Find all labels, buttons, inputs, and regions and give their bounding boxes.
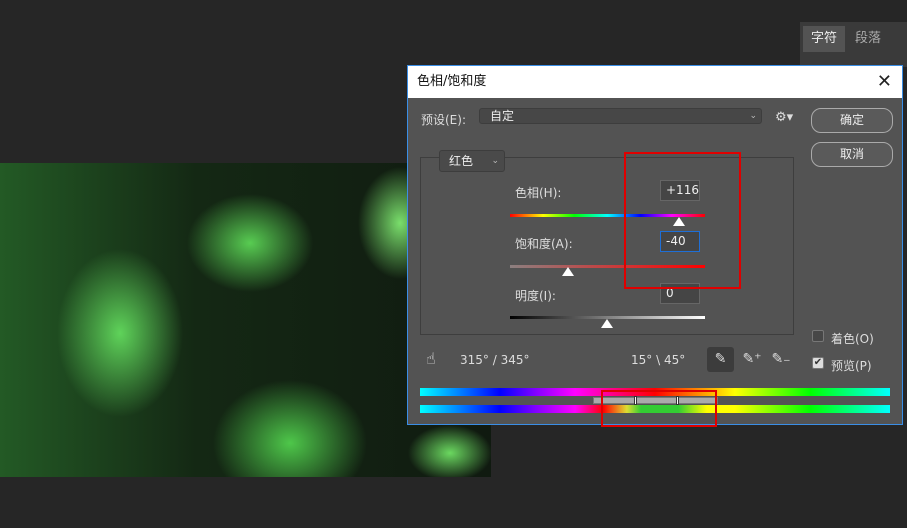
- annotation-box-range: [601, 390, 717, 427]
- chevron-down-icon: ⌄: [491, 156, 499, 166]
- preset-select[interactable]: 自定 ⌄: [479, 108, 762, 124]
- tab-character[interactable]: 字符: [803, 26, 846, 52]
- targeted-adjust-hand-icon[interactable]: ☝: [426, 349, 436, 368]
- dialog-title: 色相/饱和度: [417, 74, 487, 89]
- tab-paragraph[interactable]: 段落: [847, 26, 889, 52]
- saturation-label: 饱和度(A):: [515, 237, 573, 251]
- preview-checkbox[interactable]: ✔: [812, 357, 824, 369]
- lightness-slider-thumb[interactable]: [601, 319, 613, 328]
- eyedropper-icon[interactable]: ✎: [707, 347, 734, 372]
- preset-label: 预设(E):: [421, 113, 466, 127]
- eyedropper-add-icon[interactable]: ✎⁺: [742, 347, 762, 372]
- chevron-down-icon: ⌄: [749, 111, 757, 121]
- dialog-titlebar: 色相/饱和度 ✕: [408, 66, 902, 98]
- lightness-label: 明度(I):: [515, 289, 556, 303]
- range-left-degrees: 315° / 345°: [460, 353, 530, 367]
- preview-label: 预览(P): [831, 359, 872, 373]
- preset-value: 自定: [490, 109, 515, 123]
- colorize-label: 着色(O): [831, 332, 874, 346]
- close-icon[interactable]: ✕: [877, 66, 892, 98]
- eyedropper-subtract-icon[interactable]: ✎₋: [771, 347, 791, 372]
- ok-button[interactable]: 确定: [811, 108, 893, 133]
- channel-value: 红色: [449, 154, 474, 168]
- range-right-degrees: 15° \ 45°: [631, 353, 686, 367]
- annotation-box-values: [624, 152, 741, 289]
- channel-select[interactable]: 红色 ⌄: [439, 150, 505, 172]
- character-panel: 字符 段落: [800, 22, 907, 67]
- hue-label: 色相(H):: [515, 186, 562, 200]
- saturation-slider-thumb[interactable]: [562, 267, 574, 276]
- colorize-checkbox[interactable]: [812, 330, 824, 342]
- gear-icon[interactable]: ⚙▾: [775, 110, 793, 125]
- cancel-button[interactable]: 取消: [811, 142, 893, 167]
